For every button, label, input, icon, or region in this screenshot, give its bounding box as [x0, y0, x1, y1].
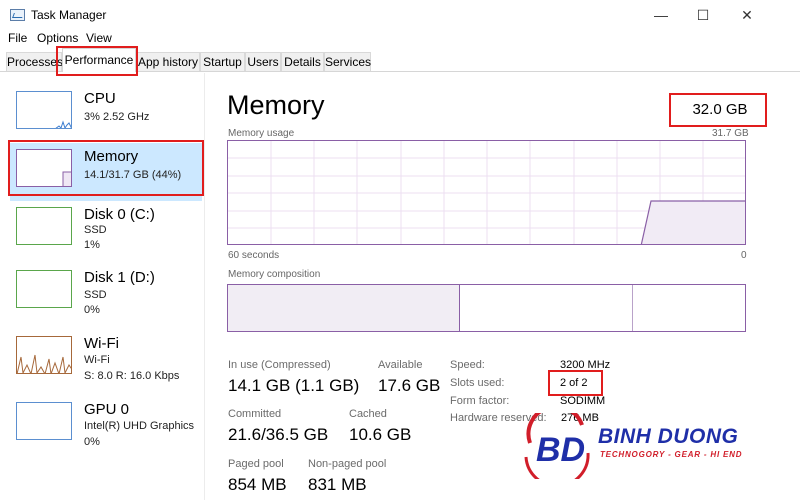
memory-composition-bar — [227, 284, 746, 332]
paged-pool-label: Paged pool — [228, 458, 284, 470]
disk0-type: SSD — [84, 224, 107, 236]
wifi-adapter: Wi-Fi — [84, 354, 110, 366]
graph-time-right: 0 — [741, 250, 747, 261]
gpu-thumbnail-graph — [16, 402, 72, 440]
gpu-usage: 0% — [84, 436, 100, 448]
memory-usage-max: 31.7 GB — [712, 128, 749, 139]
cpu-thumbnail-line — [55, 120, 71, 128]
form-factor-label: Form factor: — [450, 395, 510, 407]
sidebar-item-gpu-0[interactable]: GPU 0 Intel(R) UHD Graphics 0% — [10, 396, 202, 454]
sidebar-item-memory[interactable]: Memory 14.1/31.7 GB (44%) — [10, 143, 202, 201]
sidebar-item-cpu[interactable]: CPU 3% 2.52 GHz — [10, 85, 202, 143]
composition-in-use — [228, 285, 460, 331]
speed-label: Speed: — [450, 359, 485, 371]
form-factor-value: SODIMM — [560, 395, 606, 407]
in-use-value: 14.1 GB (1.1 GB) — [228, 376, 360, 395]
disk0-usage: 1% — [84, 239, 100, 251]
watermark-brand: BINH DUONG — [598, 425, 739, 448]
memory-composition-label: Memory composition — [228, 269, 321, 280]
menu-file[interactable]: File — [8, 31, 27, 45]
nonpaged-pool-value: 831 MB — [308, 475, 367, 494]
speed-value: 3200 MHz — [560, 359, 611, 371]
memory-thumbnail-graph — [16, 149, 72, 187]
menu-bar: File Options View — [0, 30, 800, 46]
composition-modified — [632, 285, 633, 331]
disk1-thumbnail-graph — [16, 270, 72, 308]
wifi-thumbnail-graph — [16, 336, 72, 374]
cached-label: Cached — [349, 408, 387, 420]
sidebar-item-disk-1[interactable]: Disk 1 (D:) SSD 0% — [10, 264, 202, 322]
disk0-label: Disk 0 (C:) — [84, 206, 155, 223]
menu-view[interactable]: View — [86, 31, 112, 45]
sidebar-divider — [204, 73, 205, 500]
watermark-tagline: TECHNOGORY - GEAR - HI END — [600, 450, 743, 459]
memory-label: Memory — [84, 148, 139, 165]
in-use-label: In use (Compressed) — [228, 359, 331, 371]
wifi-label: Wi-Fi — [84, 335, 119, 352]
total-memory: 32.0 GB — [692, 101, 748, 118]
svg-text:BD: BD — [536, 431, 585, 469]
available-value: 17.6 GB — [378, 376, 441, 395]
tab-users[interactable]: Users — [245, 52, 281, 71]
available-label: Available — [378, 359, 423, 371]
page-title: Memory — [227, 90, 325, 120]
tab-strip: Processes Performance App history Startu… — [0, 48, 800, 72]
memory-thumbnail-fill — [62, 171, 71, 186]
tab-processes[interactable]: Processes — [6, 52, 63, 71]
paged-pool-value: 854 MB — [228, 475, 287, 494]
memory-usage-label: Memory usage — [228, 128, 295, 139]
memory-usage-graph — [227, 140, 746, 245]
committed-label: Committed — [228, 408, 282, 420]
tab-performance[interactable]: Performance — [62, 48, 136, 72]
task-manager-icon — [10, 9, 25, 21]
nonpaged-pool-label: Non-paged pool — [308, 458, 387, 470]
memory-usage-svg — [228, 141, 745, 244]
gpu-model: Intel(R) UHD Graphics — [84, 420, 195, 432]
maximize-button[interactable]: ☐ — [688, 4, 718, 26]
disk1-label: Disk 1 (D:) — [84, 269, 155, 286]
disk1-type: SSD — [84, 289, 107, 301]
sidebar-item-wifi[interactable]: Wi-Fi Wi-Fi S: 8.0 R: 16.0 Kbps — [10, 330, 202, 388]
memory-usage-area — [640, 200, 745, 244]
tab-startup[interactable]: Startup — [200, 52, 245, 71]
window-title: Task Manager — [31, 8, 107, 22]
cpu-label: CPU — [84, 90, 116, 107]
slots-label: Slots used: — [450, 377, 505, 389]
tab-services[interactable]: Services — [324, 52, 371, 71]
cpu-usage: 3% 2.52 GHz — [84, 111, 150, 123]
title-bar: Task Manager — ☐ ✕ — [0, 0, 800, 30]
disk0-thumbnail-graph — [16, 207, 72, 245]
disk1-usage: 0% — [84, 304, 100, 316]
wifi-thumbnail-line — [17, 354, 71, 373]
cached-value: 10.6 GB — [349, 425, 412, 444]
slots-value: 2 of 2 — [560, 377, 588, 389]
binh-duong-logo-icon: BD — [522, 404, 598, 488]
close-button[interactable]: ✕ — [732, 4, 762, 26]
tab-app-history[interactable]: App history — [136, 52, 200, 71]
sidebar-item-disk-0[interactable]: Disk 0 (C:) SSD 1% — [10, 201, 202, 259]
memory-usage: 14.1/31.7 GB (44%) — [84, 169, 182, 181]
wifi-throughput: S: 8.0 R: 16.0 Kbps — [84, 370, 180, 382]
graph-time-left: 60 seconds — [228, 250, 280, 261]
gpu-label: GPU 0 — [84, 401, 130, 418]
minimize-button[interactable]: — — [646, 4, 676, 26]
tab-details[interactable]: Details — [281, 52, 324, 71]
committed-value: 21.6/36.5 GB — [228, 425, 329, 444]
cpu-thumbnail-graph — [16, 91, 72, 129]
menu-options[interactable]: Options — [37, 31, 78, 45]
